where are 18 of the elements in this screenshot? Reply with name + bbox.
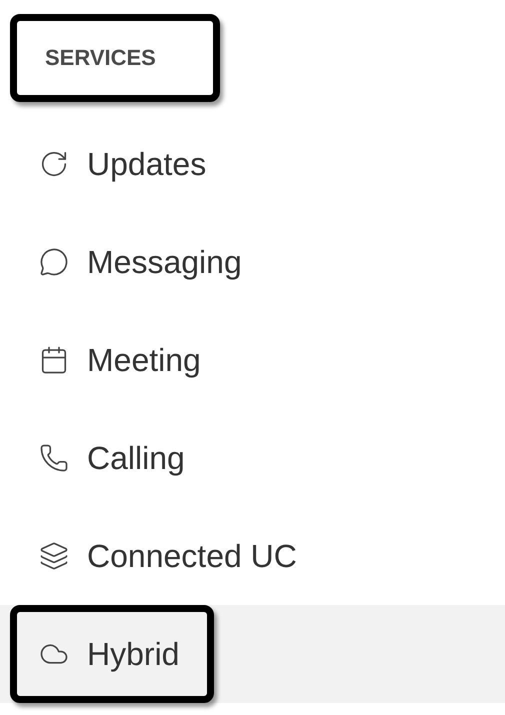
menu-item[interactable]: Updates: [0, 115, 505, 213]
menu-item-label: Connected UC: [87, 537, 297, 576]
menu-item[interactable]: Connected UC: [0, 507, 505, 605]
menu-item-label: Calling: [87, 439, 185, 478]
calendar-icon: [39, 345, 69, 375]
menu-item[interactable]: Hybrid: [0, 605, 505, 703]
menu-item[interactable]: Messaging: [0, 213, 505, 311]
menu-item-label: Updates: [87, 145, 206, 184]
menu-item-label: Meeting: [87, 341, 201, 380]
layers-icon: [39, 541, 69, 571]
menu-item-label: Hybrid: [87, 635, 180, 674]
phone-icon: [39, 443, 69, 473]
section-title: SERVICES: [10, 14, 220, 102]
speech-bubble-icon: [39, 247, 69, 277]
menu-item[interactable]: Meeting: [0, 311, 505, 409]
menu-item[interactable]: Calling: [0, 409, 505, 507]
refresh-icon: [39, 149, 69, 179]
menu-item-label: Messaging: [87, 243, 242, 282]
